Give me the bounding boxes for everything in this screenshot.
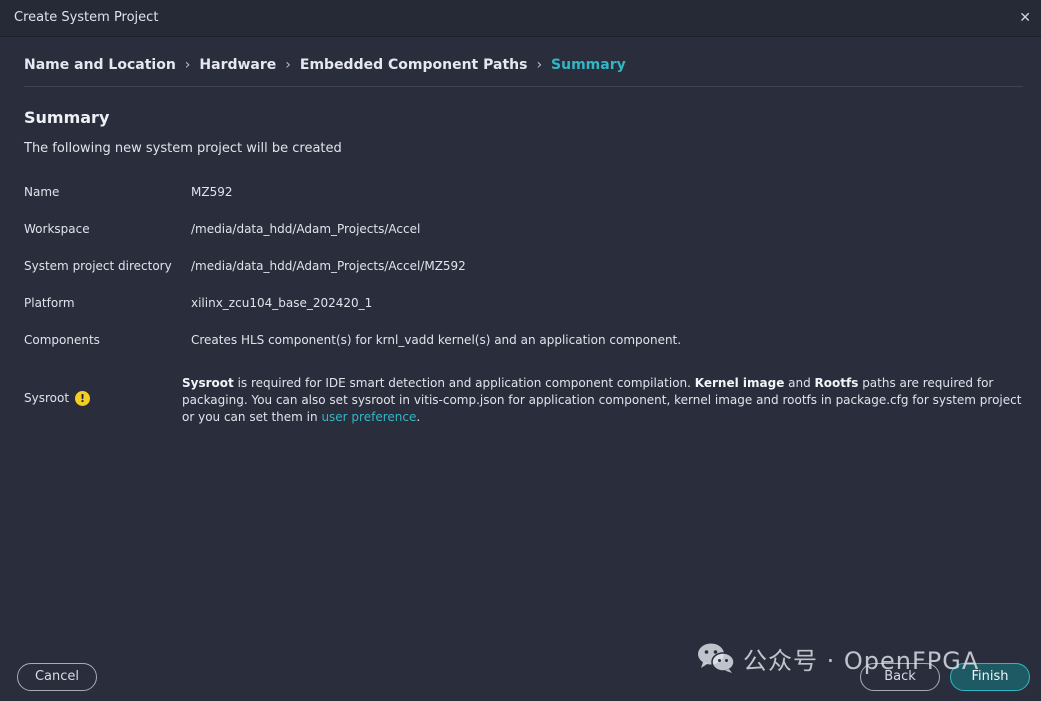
breadcrumb: Name and Location › Hardware › Embedded … <box>24 54 626 76</box>
sysroot-text-1: is required for IDE smart detection and … <box>233 376 695 390</box>
page-title: Summary <box>24 108 110 127</box>
platform-value: xilinx_zcu104_base_202420_1 <box>191 296 373 310</box>
watermark-text: 公众号 · OpenFPGA <box>743 646 980 675</box>
warning-icon: ! <box>75 391 90 406</box>
name-label: Name <box>24 185 60 199</box>
close-icon[interactable]: ✕ <box>1019 9 1031 27</box>
cancel-button[interactable]: Cancel <box>17 663 97 691</box>
components-value: Creates HLS component(s) for krnl_vadd k… <box>191 333 682 347</box>
sysroot-text-2: and <box>784 376 815 390</box>
breadcrumb-hardware[interactable]: Hardware <box>199 57 276 73</box>
page-subtitle: The following new system project will be… <box>24 141 342 156</box>
breadcrumb-summary[interactable]: Summary <box>551 57 626 73</box>
workspace-label: Workspace <box>24 222 90 236</box>
breadcrumb-embedded-component-paths[interactable]: Embedded Component Paths <box>300 57 528 73</box>
kernel-image-bold: Kernel image <box>694 376 785 390</box>
chevron-right-icon: › <box>285 57 291 73</box>
rootfs-bold: Rootfs <box>814 376 859 390</box>
breadcrumb-name-and-location[interactable]: Name and Location <box>24 57 176 73</box>
divider <box>24 86 1023 87</box>
sysroot-text-4: . <box>416 410 421 424</box>
chevron-right-icon: › <box>184 57 191 73</box>
system-project-directory-value: /media/data_hdd/Adam_Projects/Accel/MZ59… <box>191 259 466 273</box>
name-value: MZ592 <box>191 185 233 199</box>
sysroot-label: Sysroot <box>24 391 70 405</box>
chevron-right-icon: › <box>536 57 543 73</box>
workspace-value: /media/data_hdd/Adam_Projects/Accel <box>191 222 421 236</box>
user-preference-link[interactable]: user preference <box>321 410 416 424</box>
wechat-icon <box>698 643 735 673</box>
components-label: Components <box>24 333 100 347</box>
system-project-directory-label: System project directory <box>24 259 172 273</box>
sysroot-bold: Sysroot <box>182 376 234 390</box>
sysroot-description: Sysroot is required for IDE smart detect… <box>182 375 1022 426</box>
platform-label: Platform <box>24 296 75 310</box>
watermark: 公众号 · OpenFPGA <box>697 640 979 676</box>
title-bar: Create System Project ✕ <box>0 0 1041 37</box>
window-title: Create System Project <box>14 10 159 25</box>
